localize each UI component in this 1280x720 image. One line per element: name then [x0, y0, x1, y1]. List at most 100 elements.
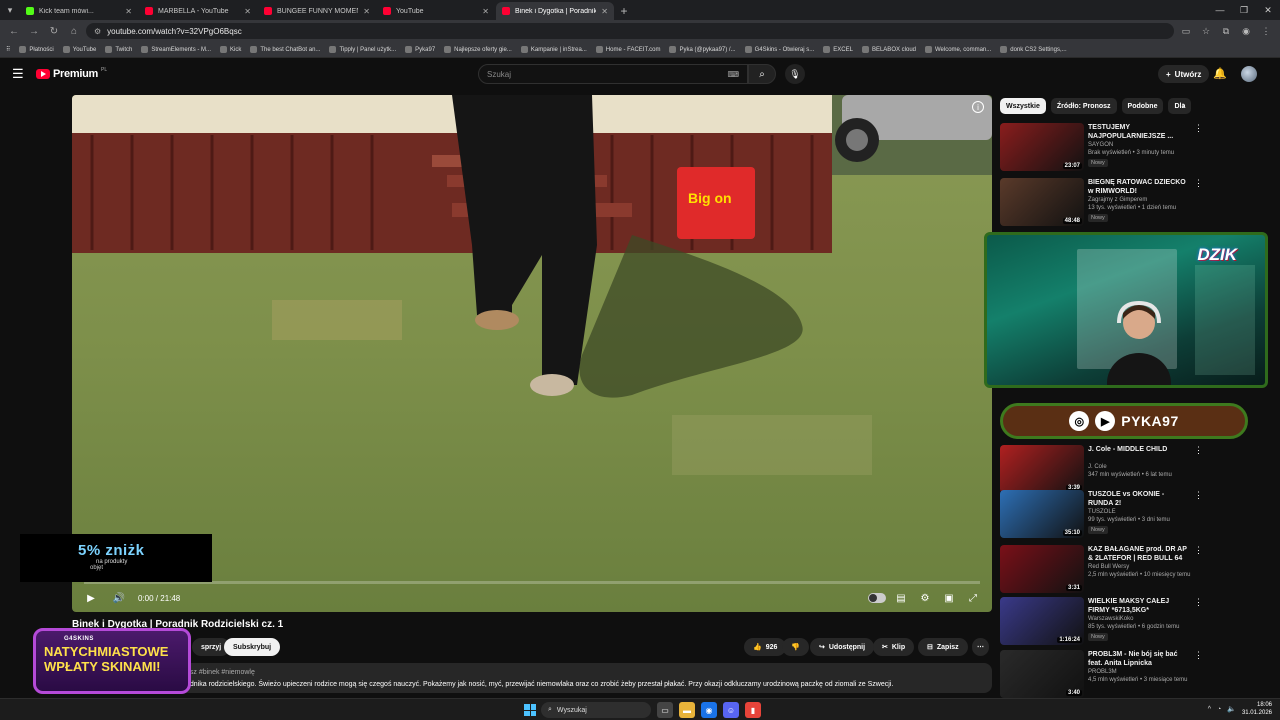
- bookmark-item[interactable]: The best ChatBot an...: [250, 46, 320, 53]
- share-button[interactable]: ↪ Udostępnij: [810, 638, 875, 656]
- bookmark-item[interactable]: Pyka (@pykaa97) /...: [669, 46, 736, 53]
- discord-icon[interactable]: ☺: [723, 702, 739, 718]
- video-title[interactable]: TUSZOLE vs OKONIE - RUNDA 2!: [1088, 490, 1188, 508]
- video-thumbnail[interactable]: 1:16:24: [1000, 597, 1084, 645]
- windows-start-icon[interactable]: [524, 704, 536, 716]
- bookmark-item[interactable]: Tipply | Panel użytk...: [329, 46, 396, 53]
- task-view-icon[interactable]: ▭: [657, 702, 673, 718]
- video-thumbnail[interactable]: 35:10: [1000, 490, 1084, 538]
- channel-name[interactable]: SAYGON: [1088, 142, 1113, 148]
- browser-tab[interactable]: MARBELLA - YouTube ✕: [139, 2, 257, 20]
- channel-name[interactable]: TUSZOLE: [1088, 509, 1116, 515]
- bookmark-item[interactable]: Kick: [220, 46, 241, 53]
- bookmark-star-icon[interactable]: ☆: [1198, 23, 1214, 39]
- browser-menu-icon[interactable]: ⋮: [1258, 23, 1274, 39]
- subtitles-icon[interactable]: ▤: [892, 589, 910, 607]
- channel-name[interactable]: PROBL3M: [1088, 669, 1117, 675]
- video-thumbnail[interactable]: 3:39: [1000, 445, 1084, 493]
- more-icon[interactable]: ⋮: [1194, 445, 1203, 456]
- home-icon[interactable]: ⌂: [66, 23, 82, 39]
- video-title[interactable]: TESTUJEMY NAJPOPULARNIEJSZE ...: [1088, 123, 1188, 141]
- browser-tab[interactable]: Kick team mówi... ✕: [20, 2, 138, 20]
- file-explorer-icon[interactable]: ▬: [679, 702, 695, 718]
- settings-gear-icon[interactable]: ⚙: [916, 589, 934, 607]
- more-icon[interactable]: ⋮: [1194, 545, 1203, 556]
- video-title[interactable]: KAZ BAŁAGANE prod. DR AP & 2LATEFOR | RE…: [1088, 545, 1188, 563]
- info-icon[interactable]: i: [972, 101, 984, 113]
- tab-close-icon[interactable]: ✕: [125, 7, 132, 16]
- recommended-video[interactable]: 3:40 PROBL3M - Nie bój się bać feat. Anit…: [1000, 650, 1203, 700]
- miniplayer-icon[interactable]: ▣: [940, 589, 958, 607]
- site-info-icon[interactable]: ⚙: [94, 27, 101, 36]
- more-icon[interactable]: ⋮: [1194, 178, 1203, 189]
- tab-close-icon[interactable]: ✕: [601, 7, 608, 16]
- fullscreen-icon[interactable]: ⤢: [964, 589, 982, 607]
- notifications-bell-icon[interactable]: 🔔: [1213, 67, 1227, 80]
- cast-icon[interactable]: ▭: [1178, 23, 1194, 39]
- video-description[interactable]: esz #binek #niemowlę adnika rodzicielski…: [72, 663, 992, 693]
- video-thumbnail[interactable]: 3:31: [1000, 545, 1084, 593]
- bookmark-item[interactable]: Kampanie | inStrea...: [520, 46, 587, 53]
- search-input[interactable]: [487, 69, 687, 79]
- url-field[interactable]: ⚙ youtube.com/watch?v=32VPgO6Bqsc: [86, 23, 1174, 39]
- close-window-icon[interactable]: ✕: [1256, 0, 1280, 20]
- bookmark-item[interactable]: Welcome, comman...: [925, 46, 991, 53]
- more-icon[interactable]: ⋮: [1194, 650, 1203, 661]
- new-tab-button[interactable]: +: [615, 2, 633, 20]
- video-title[interactable]: PROBL3M - Nie bój się bać feat. Anita Li…: [1088, 650, 1188, 668]
- browser-tab[interactable]: BUNGEE FUNNY MOMENTS KI ✕: [258, 2, 376, 20]
- forward-icon[interactable]: →: [26, 23, 42, 39]
- bookmark-item[interactable]: Pyka97: [405, 46, 435, 53]
- video-thumbnail[interactable]: 23:07: [1000, 123, 1084, 171]
- channel-name[interactable]: J. Cole: [1088, 464, 1107, 470]
- avatar[interactable]: [1241, 66, 1257, 82]
- chevron-up-icon[interactable]: ^: [1208, 706, 1211, 713]
- bookmark-item[interactable]: Płatności: [19, 46, 54, 53]
- menu-icon[interactable]: ☰: [12, 67, 26, 81]
- video-title[interactable]: WIELKIE MAKSY CAŁEJ FIRMY *6713,5KG*: [1088, 597, 1188, 615]
- bookmark-item[interactable]: BELABOX cloud: [861, 46, 916, 53]
- create-button[interactable]: + Utwórz: [1158, 65, 1210, 83]
- more-icon[interactable]: ⋮: [1194, 490, 1203, 501]
- dislike-button[interactable]: 👎: [782, 638, 809, 656]
- volume-icon[interactable]: 🔊: [110, 589, 128, 607]
- tab-close-icon[interactable]: ✕: [244, 7, 251, 16]
- browser-tab[interactable]: Binek i Dygotka | Poradnik Rod ✕: [496, 2, 614, 20]
- chevron-right-icon[interactable]: ›: [1182, 100, 1185, 111]
- speaker-icon[interactable]: 🔈: [1227, 705, 1236, 713]
- recommended-video[interactable]: 3:39 J. Cole - MIDDLE CHILD J. Cole 347 mln…: [1000, 445, 1203, 495]
- minimize-icon[interactable]: —: [1208, 0, 1232, 20]
- browser-tab[interactable]: YouTube ✕: [377, 2, 495, 20]
- wifi-icon[interactable]: ◔: [1217, 706, 1221, 713]
- voice-search-button[interactable]: 🎙: [785, 64, 805, 84]
- taskbar-search[interactable]: ⌕ Wyszukaj: [541, 702, 651, 718]
- filter-chip[interactable]: Wszystkie: [1000, 98, 1046, 114]
- channel-name[interactable]: Red Bull Wersy: [1088, 564, 1129, 570]
- profile-icon[interactable]: ◉: [1238, 23, 1254, 39]
- autoplay-toggle[interactable]: [868, 589, 886, 607]
- subscribe-button[interactable]: Subskrybuj: [224, 638, 281, 656]
- apps-icon[interactable]: ⠿: [6, 46, 10, 53]
- recommended-video[interactable]: 23:07 TESTUJEMY NAJPOPULARNIEJSZE ... SAYG…: [1000, 123, 1203, 173]
- clock[interactable]: 18:06 31.01.2026: [1242, 701, 1272, 717]
- recommended-video[interactable]: 35:10 TUSZOLE vs OKONIE - RUNDA 2! TUSZOLE…: [1000, 490, 1203, 540]
- bookmark-item[interactable]: Home - FACEIT.com: [595, 46, 660, 53]
- tab-close-icon[interactable]: ✕: [363, 7, 370, 16]
- bookmark-item[interactable]: Twitch: [105, 46, 132, 53]
- more-actions-button[interactable]: ⋯: [972, 638, 989, 656]
- filter-chip[interactable]: Podobne: [1121, 98, 1164, 114]
- video-title[interactable]: BIEGNĘ RATOWAĆ DZIECKO w RIMWORLD!: [1088, 178, 1188, 196]
- recommended-video[interactable]: 1:16:24 WIELKIE MAKSY CAŁEJ FIRMY *6713,5…: [1000, 597, 1203, 647]
- bookmark-item[interactable]: donk CS2 Settings,...: [1000, 46, 1067, 53]
- more-icon[interactable]: ⋮: [1194, 597, 1203, 608]
- bookmark-item[interactable]: EXCEL: [823, 46, 853, 53]
- clip-button[interactable]: ✂ Klip: [873, 638, 915, 656]
- channel-name[interactable]: Zagrajmy z Gimperem: [1088, 197, 1147, 203]
- tab-search-icon[interactable]: ▾: [0, 0, 20, 20]
- save-button[interactable]: ⊟ Zapisz: [918, 638, 968, 656]
- reload-icon[interactable]: ↻: [46, 23, 62, 39]
- more-icon[interactable]: ⋮: [1194, 123, 1203, 134]
- video-thumbnail[interactable]: 48:48: [1000, 178, 1084, 226]
- filter-chip[interactable]: Źródło: Pronosz: [1050, 98, 1117, 114]
- bookmark-item[interactable]: Najlepsze oferty gie...: [444, 46, 512, 53]
